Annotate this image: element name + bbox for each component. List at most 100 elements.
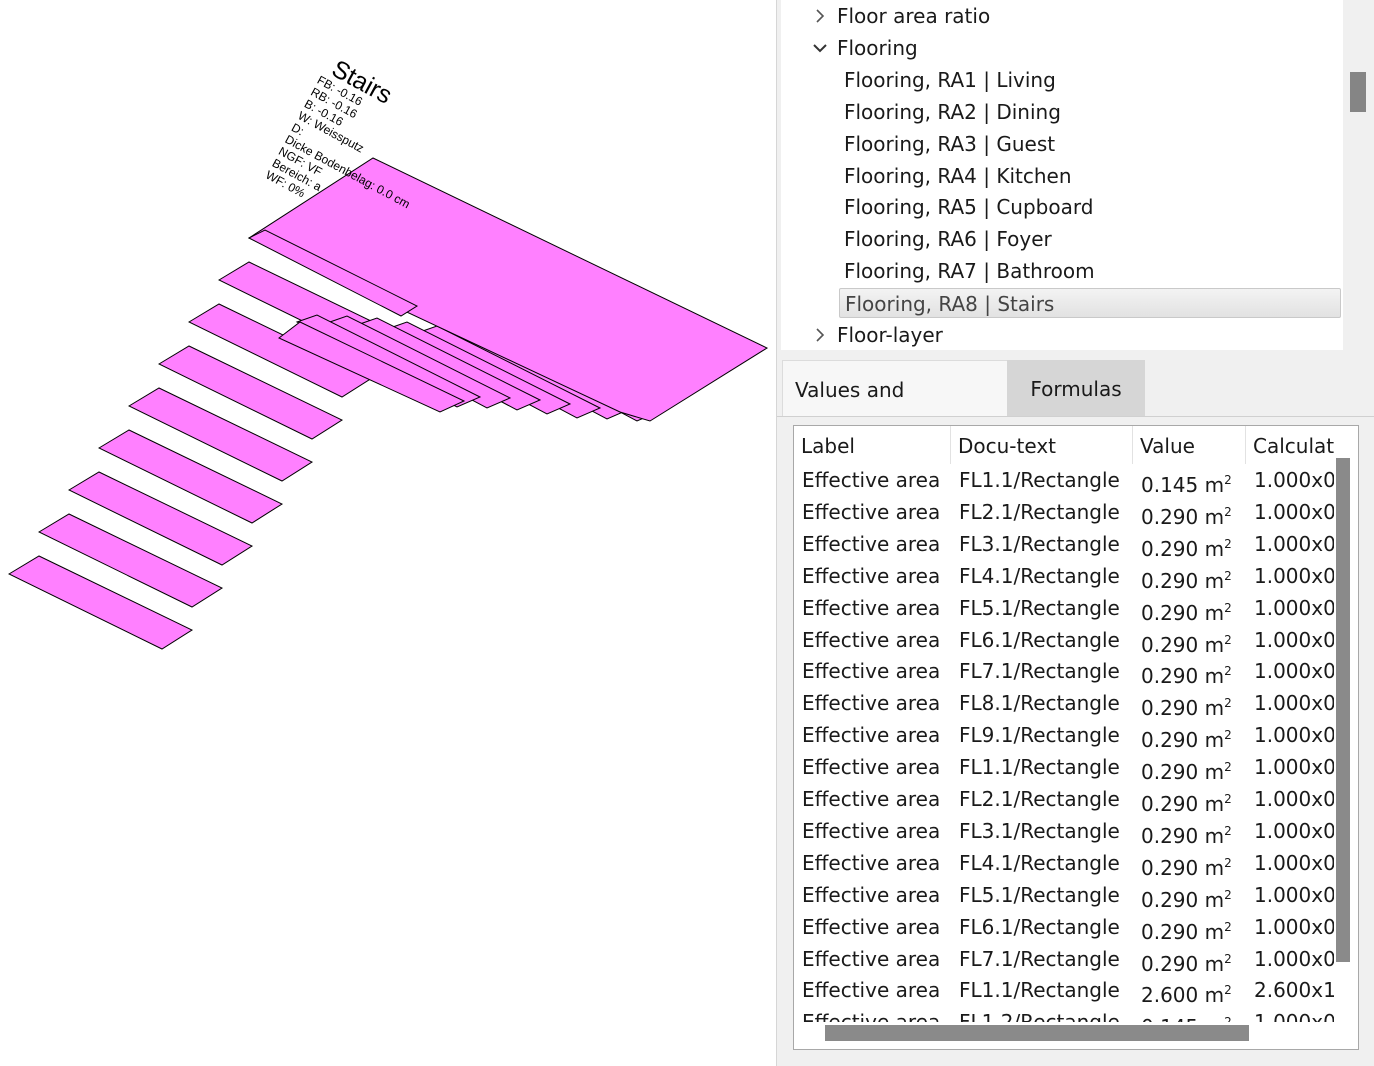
value-unit: m2 (1204, 823, 1232, 847)
cell-docu-text: FL1.1/Rectangle (959, 755, 1120, 780)
table-row[interactable]: Effective area FL8.1/Rectangle 0.290 m2 1.0… (794, 687, 1334, 719)
table-row[interactable]: Effective area FL3.1/Rectangle 0.290 m2 1.0… (794, 815, 1334, 847)
value-unit: m2 (1204, 855, 1232, 879)
cell-calculation: 1.000x0. (1254, 499, 1334, 524)
cell-label: Effective area (802, 499, 941, 524)
value-number: 0.290 (1141, 760, 1199, 783)
tree-item-label: Floor-layer (837, 323, 943, 347)
cell-docu-text: FL3.1/Rectangle (959, 531, 1120, 556)
cell-value: 0.290 m2 (1133, 496, 1246, 528)
tree-item[interactable]: Flooring, RA5 | Cupboard (781, 192, 1341, 222)
cell-label: Effective area (802, 595, 941, 620)
cell-value: 0.290 m2 (1133, 560, 1246, 592)
3d-viewport[interactable]: Stairs FB: -0.16 RB: -0.16 B: -0.16 W: Weis… (0, 0, 776, 1066)
cell-calculation: 1.000x0. (1254, 691, 1334, 716)
value-number: 0.145 (1141, 1015, 1198, 1022)
cell-docu-text: FL6.1/Rectangle (959, 914, 1120, 939)
table-body: Effective area FL1.1/Rectangle 0.145 m2 1.0… (794, 464, 1334, 1022)
cell-docu-text: FL5.1/Rectangle (959, 595, 1120, 620)
cell-label: Effective area (802, 627, 941, 652)
tree-item[interactable]: Flooring, RA1 | Living (781, 65, 1341, 95)
tree-item-label: Floor area ratio (837, 4, 991, 28)
chevron-down-icon[interactable] (812, 40, 828, 56)
value-unit: m2 (1204, 664, 1232, 688)
table-row[interactable]: Effective area FL7.1/Rectangle 0.290 m2 1.0… (794, 655, 1334, 687)
column-header-value[interactable]: Value (1133, 426, 1246, 464)
tree-scrollbar-thumb[interactable] (1350, 72, 1366, 112)
table-row[interactable]: Effective area FL1.1/Rectangle 0.145 m2 1.0… (794, 464, 1334, 496)
value-number: 0.290 (1141, 887, 1199, 911)
floor-plan-drawing[interactable]: Stairs FB: -0.16RB: -0.16B: -0.16W: Weis… (0, 0, 776, 1066)
tab-formulas[interactable]: Formulas (1007, 360, 1145, 416)
cell-calculation: 1.000x0. (1254, 627, 1334, 652)
chevron-right-icon[interactable] (812, 8, 828, 24)
tab-bar: Values and attributes Formulas (777, 358, 1374, 460)
tree-item-label: Flooring, RA1 | Living (844, 67, 1056, 92)
table-row[interactable]: Effective area FL6.1/Rectangle 0.290 m2 1.0… (794, 624, 1334, 656)
formulas-table: Label Docu-text Value Calculat Effective… (793, 425, 1359, 1050)
cell-docu-text: FL4.1/Rectangle (959, 563, 1120, 588)
properties-panel: Floor area ratio Flooring Flooring, RA1 | … (776, 0, 1374, 1066)
cell-docu-text: FL9.1/Rectangle (959, 723, 1120, 748)
table-row[interactable]: Effective areaFL1.2/Rectangle0.145 m21.0… (794, 1006, 1334, 1022)
column-header-label[interactable]: Label (794, 426, 951, 464)
tree-item[interactable]: Flooring, RA7 | Bathroom (781, 256, 1341, 286)
table-row[interactable]: Effective area FL4.1/Rectangle 0.290 m2 1.0… (794, 847, 1334, 879)
cell-value: 0.290 m2 (1133, 719, 1246, 751)
cell-calculation: 1.000x0. (1254, 723, 1334, 748)
table-vertical-scrollbar-thumb[interactable] (1336, 458, 1350, 962)
value-number: 0.290 (1141, 792, 1199, 815)
tree-item[interactable]: Flooring (781, 33, 1341, 63)
column-header-calculation[interactable]: Calculat (1246, 426, 1334, 464)
table-row[interactable]: Effective area FL5.1/Rectangle 0.290 m2 1.0… (794, 879, 1334, 911)
value-number: 0.290 (1141, 951, 1199, 975)
table-horizontal-scrollbar[interactable] (794, 1022, 1334, 1044)
table-row[interactable]: Effective area FL4.1/Rectangle 0.290 m2 1.0… (794, 560, 1334, 592)
cell-value: 0.290 m2 (1133, 847, 1246, 879)
cell-calculation: 1.000x0. (1254, 818, 1334, 843)
table-vertical-scrollbar[interactable] (1334, 458, 1352, 962)
tree-item[interactable]: Floor-layer (781, 320, 1341, 350)
cell-docu-text: FL1.1/Rectangle (959, 468, 1120, 492)
table-row[interactable]: Effective area FL5.1/Rectangle 0.290 m2 1.0… (794, 592, 1334, 624)
table-row[interactable]: Effective area FL1.1/Rectangle 0.290 m2 1.0… (794, 751, 1334, 783)
cell-label: Effective area (802, 468, 941, 492)
cell-label: Effective area (802, 691, 941, 716)
value-number: 0.290 (1141, 919, 1199, 943)
cell-calculation: 1.000x0. (1254, 659, 1334, 684)
tree-item-label: Flooring, RA6 | Foyer (844, 227, 1052, 252)
cell-value: 0.290 m2 (1133, 624, 1246, 656)
tree-item[interactable]: Flooring, RA8 | Stairs (839, 288, 1341, 319)
cell-value: 0.290 m2 (1133, 911, 1246, 943)
cell-label: Effective area (802, 755, 941, 780)
table-row[interactable]: Effective area FL9.1/Rectangle 0.290 m2 1.0… (794, 719, 1334, 751)
cell-value: 0.290 m2 (1133, 687, 1246, 719)
cell-calculation: 1.000x0. (1246, 1006, 1334, 1022)
cell-calculation: 1.000x0. (1254, 914, 1334, 939)
tree-item-label: Flooring, RA4 | Kitchen (844, 163, 1072, 188)
cell-label: Effective area (794, 1006, 951, 1022)
tree-item[interactable]: Flooring, RA6 | Foyer (781, 224, 1341, 254)
tree-item[interactable]: Flooring, RA2 | Dining (781, 97, 1341, 127)
tree-item-label: Flooring, RA7 | Bathroom (844, 259, 1095, 284)
tree-item[interactable]: Flooring, RA3 | Guest (781, 129, 1341, 159)
category-tree[interactable]: Floor area ratio Flooring Flooring, RA1 | … (781, 0, 1343, 350)
table-row[interactable]: Effective area FL6.1/Rectangle 0.290 m2 1.0… (794, 911, 1334, 943)
table-row[interactable]: Effective area FL2.1/Rectangle 0.290 m2 1.0… (794, 496, 1334, 528)
table-row[interactable]: Effective area FL7.1/Rectangle 0.290 m2 1.0… (794, 943, 1334, 975)
column-header-docu-text[interactable]: Docu-text (951, 426, 1133, 464)
tab-values-and-attributes[interactable]: Values and attributes (782, 360, 1010, 460)
tree-item-label: Flooring, RA2 | Dining (844, 99, 1061, 124)
table-row[interactable]: Effective area FL1.1/Rectangle 2.600 m2 2.6… (794, 974, 1334, 1006)
tree-item[interactable]: Floor area ratio (781, 1, 1341, 31)
cell-label: Effective area (802, 531, 941, 556)
chevron-right-icon[interactable] (812, 327, 828, 343)
table-row[interactable]: Effective area FL2.1/Rectangle 0.290 m2 1.0… (794, 783, 1334, 815)
cell-docu-text: FL7.1/Rectangle (959, 659, 1120, 684)
table-row[interactable]: Effective area FL3.1/Rectangle 0.290 m2 1.0… (794, 528, 1334, 560)
tree-item[interactable]: Flooring, RA4 | Kitchen (781, 161, 1341, 191)
table-horizontal-scrollbar-thumb[interactable] (825, 1025, 1249, 1041)
cell-value: 0.145 m2 (1133, 1006, 1246, 1022)
tree-scrollbar[interactable] (1343, 0, 1373, 350)
value-unit: m2 (1204, 983, 1232, 1007)
